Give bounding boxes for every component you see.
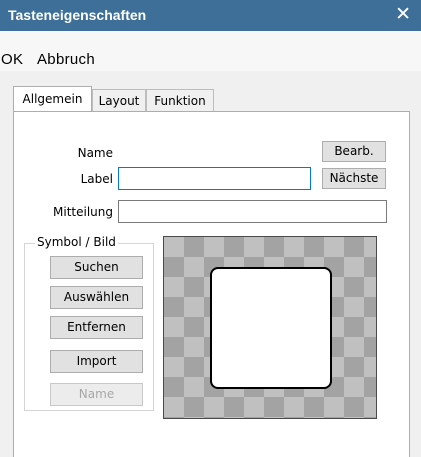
close-icon[interactable]: ✕ [395,4,411,24]
tab-layout[interactable]: Layout [92,89,146,112]
tab-allgemein[interactable]: Allgemein [13,86,92,112]
suchen-button[interactable]: Suchen [50,256,143,279]
name-button: Name [50,383,143,406]
window-title: Tasteneigenschaften [8,7,147,23]
key-icon-preview [212,269,330,387]
menu-abbruch[interactable]: Abbruch [37,51,95,68]
mitteilung-input[interactable] [118,200,387,223]
menu-bar: OK Abbruch [0,31,421,71]
symbol-group-title: Symbol / Bild [35,235,118,249]
label-input[interactable] [118,167,311,190]
tab-funktion[interactable]: Funktion [146,89,214,112]
edit-button[interactable]: Bearb. [322,141,386,162]
import-button[interactable]: Import [50,350,143,373]
auswaehlen-button[interactable]: Auswählen [50,286,143,309]
name-label: Name [77,146,113,160]
title-bar: Tasteneigenschaften ✕ [0,0,421,31]
menu-ok[interactable]: OK [1,51,23,68]
next-button[interactable]: Nächste [322,168,386,189]
mitteilung-label: Mitteilung [53,205,113,219]
image-preview [163,236,377,419]
entfernen-button[interactable]: Entfernen [50,316,143,339]
label-label: Label [80,172,113,186]
